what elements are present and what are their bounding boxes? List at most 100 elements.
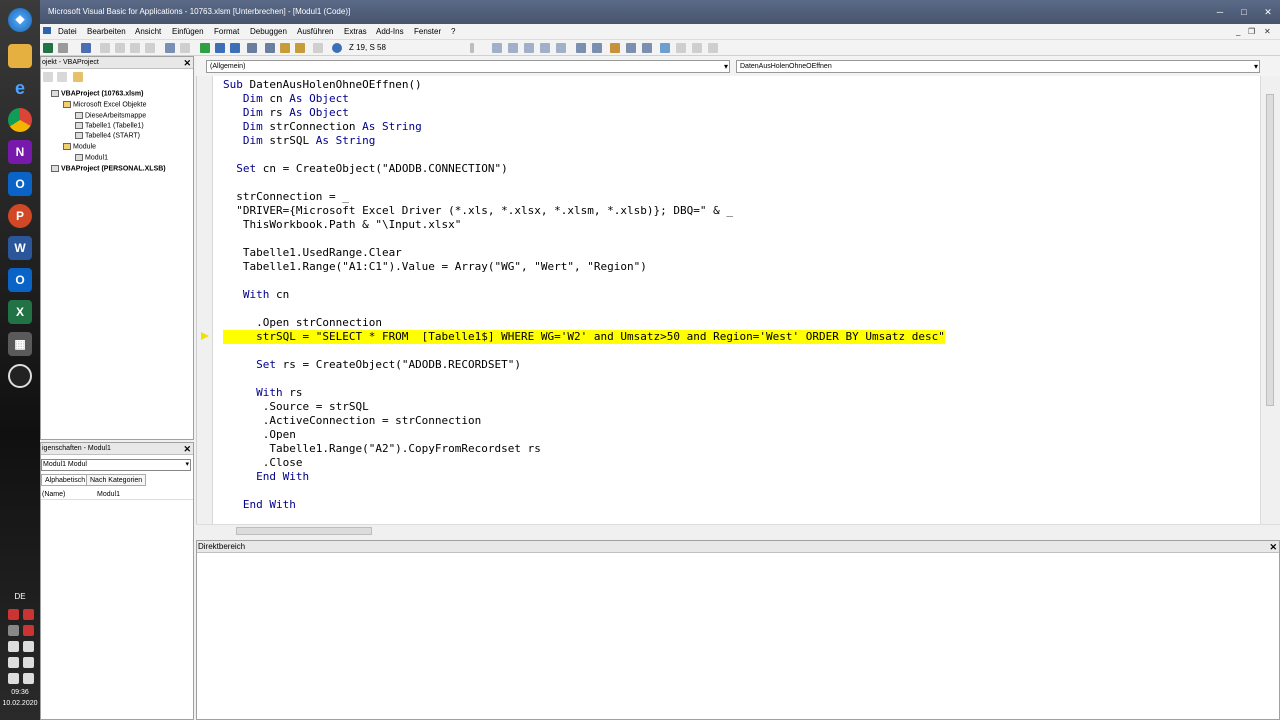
properties-object-select[interactable]: Modul1 Modul ▾ <box>41 459 191 471</box>
code-line[interactable]: With cn <box>223 288 289 302</box>
menu-debuggen[interactable]: Debuggen <box>250 27 287 36</box>
toggle-breakpoint-icon[interactable] <box>610 43 620 53</box>
code-line[interactable]: Set cn = CreateObject("ADODB.CONNECTION"… <box>223 162 508 176</box>
mdi-restore-button[interactable]: ❐ <box>1248 27 1255 36</box>
tree-tabelle1[interactable]: Tabelle1 (Tabelle1) <box>75 122 144 129</box>
code-horizontal-scrollbar[interactable] <box>196 524 1280 536</box>
code-line[interactable]: .Source = strSQL <box>223 400 369 414</box>
project-explorer-icon[interactable] <box>265 43 275 53</box>
onenote-icon[interactable]: N <box>8 140 32 164</box>
tray-icon-7[interactable] <box>8 657 19 668</box>
mdi-minimize-button[interactable]: _ <box>1236 27 1240 36</box>
edit-tool-icon-3[interactable] <box>524 43 534 53</box>
code-line[interactable]: Tabelle1.Range("A2").CopyFromRecordset r… <box>223 442 541 456</box>
cut-icon[interactable] <box>100 43 110 53</box>
minimize-button[interactable]: ─ <box>1214 6 1226 18</box>
tray-icon-4[interactable] <box>23 625 34 636</box>
tree-vbaproject[interactable]: VBAProject (10763.xlsm) <box>51 90 143 97</box>
start-button[interactable]: ❖ <box>8 8 32 32</box>
code-line[interactable]: End With <box>223 498 296 512</box>
menu-ausfuehren[interactable]: Ausführen <box>297 27 333 36</box>
code-line[interactable]: End With <box>223 470 309 484</box>
properties-close-icon[interactable]: ✕ <box>183 443 191 455</box>
tray-icon-1[interactable] <box>8 609 19 620</box>
obs-icon[interactable] <box>8 364 32 388</box>
properties-icon[interactable] <box>280 43 290 53</box>
menu-datei[interactable]: Datei <box>58 27 77 36</box>
file-explorer-icon[interactable] <box>8 44 32 68</box>
clock-time[interactable]: 09:36 <box>0 689 40 696</box>
code-line[interactable]: "DRIVER={Microsoft Excel Driver (*.xls, … <box>223 204 733 218</box>
outdent-icon[interactable] <box>592 43 602 53</box>
excel-view-icon[interactable] <box>43 43 53 53</box>
help-icon[interactable] <box>332 43 342 53</box>
code-line[interactable]: With rs <box>223 386 302 400</box>
design-mode-icon[interactable] <box>247 43 257 53</box>
clear-bookmarks-icon[interactable] <box>708 43 718 53</box>
edit-tool-icon-2[interactable] <box>508 43 518 53</box>
object-combo[interactable]: (Allgemein) ▾ <box>206 60 730 73</box>
edge-icon[interactable]: e <box>8 76 32 100</box>
menu-ansicht[interactable]: Ansicht <box>135 27 161 36</box>
code-line[interactable]: .Close <box>223 456 303 470</box>
tree-excel-objects[interactable]: Microsoft Excel Objekte <box>63 101 147 108</box>
toggle-folders-icon[interactable] <box>73 72 83 82</box>
bookmark-icon[interactable] <box>660 43 670 53</box>
code-vertical-scrollbar[interactable] <box>1260 76 1280 524</box>
find-icon[interactable] <box>145 43 155 53</box>
chrome-icon[interactable] <box>8 108 32 132</box>
toolbar-grip-icon[interactable] <box>470 43 474 53</box>
menu-addins[interactable]: Add-Ins <box>376 27 404 36</box>
menu-format[interactable]: Format <box>214 27 239 36</box>
run-icon[interactable] <box>200 43 210 53</box>
tab-nach-kategorien[interactable]: Nach Kategorien <box>86 474 147 486</box>
code-line[interactable]: Set rs = CreateObject("ADODB.RECORDSET") <box>223 358 521 372</box>
copy-icon[interactable] <box>115 43 125 53</box>
tree-modul1[interactable]: Modul1 <box>75 154 108 161</box>
redo-icon[interactable] <box>180 43 190 53</box>
next-bookmark-icon[interactable] <box>676 43 686 53</box>
close-button[interactable]: ✕ <box>1262 6 1274 18</box>
breakpoint-margin[interactable] <box>197 76 213 524</box>
outlook-icon-2[interactable]: O <box>8 268 32 292</box>
tree-diesearbeitsmappe[interactable]: DieseArbeitsmappe <box>75 112 146 119</box>
menu-help[interactable]: ? <box>451 27 455 36</box>
code-line[interactable]: Dim strSQL As String <box>223 134 375 148</box>
prev-bookmark-icon[interactable] <box>692 43 702 53</box>
paste-icon[interactable] <box>130 43 140 53</box>
outlook-icon[interactable]: O <box>8 172 32 196</box>
insert-module-icon[interactable] <box>58 43 68 53</box>
code-line[interactable]: Tabelle1.Range("A1:C1").Value = Array("W… <box>223 260 647 274</box>
clock-date[interactable]: 10.02.2020 <box>0 700 40 707</box>
reset-icon[interactable] <box>230 43 240 53</box>
edit-tool-icon-5[interactable] <box>556 43 566 53</box>
tab-alphabetisch[interactable]: Alphabetisch <box>41 474 90 486</box>
view-code-icon[interactable] <box>43 72 53 82</box>
menu-bearbeiten[interactable]: Bearbeiten <box>87 27 126 36</box>
immediate-window[interactable]: Direktbereich ✕ <box>196 540 1280 720</box>
menu-fenster[interactable]: Fenster <box>414 27 441 36</box>
maximize-button[interactable]: □ <box>1238 6 1250 18</box>
code-editor[interactable]: Sub DatenAusHolenOhneOEffnen() Dim cn As… <box>196 76 1260 524</box>
tray-icon-6[interactable] <box>23 641 34 652</box>
code-line[interactable]: Dim strConnection As String <box>223 120 422 134</box>
view-object-icon[interactable] <box>57 72 67 82</box>
toolbox-icon[interactable] <box>313 43 323 53</box>
code-line[interactable]: strConnection = _ <box>223 190 349 204</box>
comment-block-icon[interactable] <box>626 43 636 53</box>
undo-icon[interactable] <box>165 43 175 53</box>
code-line[interactable]: .ActiveConnection = strConnection <box>223 414 482 428</box>
tray-icon-5[interactable] <box>8 641 19 652</box>
scroll-thumb[interactable] <box>236 527 372 535</box>
property-row-name[interactable]: (Name) Modul1 <box>41 489 193 500</box>
tray-icon-10[interactable] <box>23 673 34 684</box>
code-line[interactable]: ThisWorkbook.Path & "\Input.xlsx" <box>223 218 462 232</box>
excel-icon[interactable]: X <box>8 300 32 324</box>
indent-icon[interactable] <box>576 43 586 53</box>
tree-tabelle4[interactable]: Tabelle4 (START) <box>75 132 140 139</box>
code-line[interactable]: .Open <box>223 428 296 442</box>
code-line[interactable]: Tabelle1.UsedRange.Clear <box>223 246 402 260</box>
edit-tool-icon-4[interactable] <box>540 43 550 53</box>
procedure-combo[interactable]: DatenAusHolenOhneOEffnen ▾ <box>736 60 1260 73</box>
save-icon[interactable] <box>81 43 91 53</box>
